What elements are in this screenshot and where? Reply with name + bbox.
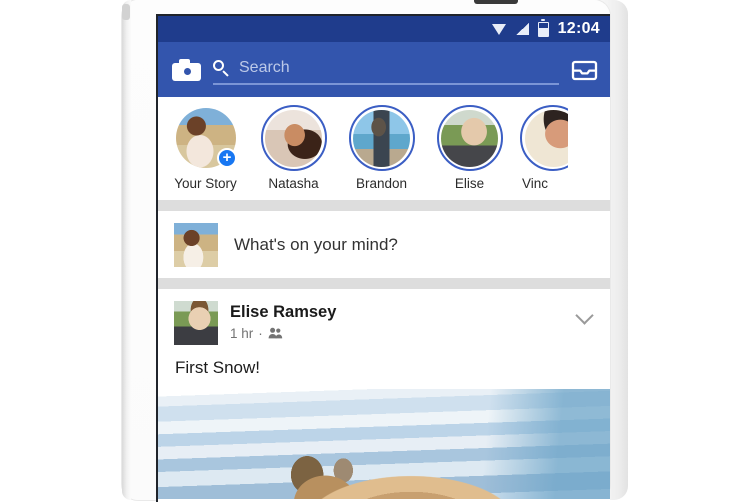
status-bar: 12:04 (158, 16, 610, 42)
app-header: Search (158, 42, 610, 97)
story-label: Vinc (522, 176, 549, 191)
story-ring (436, 105, 503, 171)
post-composer[interactable]: What's on your mind? (158, 211, 610, 278)
post-message: First Snow! (175, 358, 261, 377)
story-ring (348, 105, 415, 171)
story-item-your-story[interactable]: + Your Story (168, 105, 243, 191)
friends-icon (268, 327, 283, 339)
battery-icon (537, 19, 549, 37)
phone-left-edge (122, 0, 131, 500)
story-label: Brandon (355, 176, 408, 191)
stories-tray[interactable]: + Your Story Natasha Brandon Elise Vinc (158, 97, 610, 200)
phone-screen: 12:04 Search + Your Story Natasha Brando… (156, 14, 610, 502)
status-bar-clock: 12:04 (557, 20, 600, 37)
story-item-vinc[interactable]: Vinc (520, 105, 568, 191)
camera-icon[interactable] (172, 58, 201, 81)
story-label: Your Story (174, 176, 237, 191)
post-separator: · (258, 325, 263, 341)
story-label: Elise (454, 176, 485, 191)
feed-post: Elise Ramsey 1 hr · First Snow! (158, 289, 610, 389)
post-photo[interactable] (158, 389, 610, 499)
story-ring (260, 105, 327, 171)
post-timestamp: 1 hr (230, 325, 254, 341)
avatar[interactable] (174, 301, 218, 345)
post-meta: Elise Ramsey 1 hr · (230, 301, 562, 341)
story-label: Natasha (268, 176, 319, 191)
search-icon (213, 59, 229, 76)
search-input-placeholder[interactable]: Search (239, 59, 290, 77)
composer-placeholder[interactable]: What's on your mind? (234, 235, 398, 255)
search-bar[interactable]: Search (213, 59, 559, 85)
section-divider (158, 278, 610, 289)
phone-left-button[interactable] (122, 4, 130, 20)
post-author[interactable]: Elise Ramsey (230, 302, 562, 323)
post-header: Elise Ramsey 1 hr · (174, 301, 596, 345)
story-item-brandon[interactable]: Brandon (344, 105, 419, 191)
plus-badge-icon[interactable]: + (217, 148, 237, 168)
story-thumbnail (441, 109, 498, 167)
post-subtitle: 1 hr · (230, 326, 562, 341)
speaker-grille-icon (474, 0, 518, 4)
cellular-signal-icon (515, 23, 529, 35)
wifi-icon (491, 23, 507, 35)
story-thumbnail (265, 109, 322, 167)
dog-figure (158, 389, 610, 499)
status-bar-icons: 12:04 (491, 19, 600, 38)
chevron-down-icon[interactable] (574, 303, 596, 325)
foreground-phone: 12:04 Search + Your Story Natasha Brando… (122, 0, 610, 502)
story-item-elise[interactable]: Elise (432, 105, 507, 191)
story-thumbnail (524, 109, 568, 167)
screenshot-stage: 12:04 Search + Your Story Natasha Brando… (0, 0, 750, 502)
story-item-natasha[interactable]: Natasha (256, 105, 331, 191)
section-divider (158, 200, 610, 211)
story-thumbnail (353, 109, 410, 167)
user-avatar[interactable] (174, 222, 218, 267)
inbox-icon[interactable] (571, 58, 598, 82)
story-ring (520, 105, 568, 171)
